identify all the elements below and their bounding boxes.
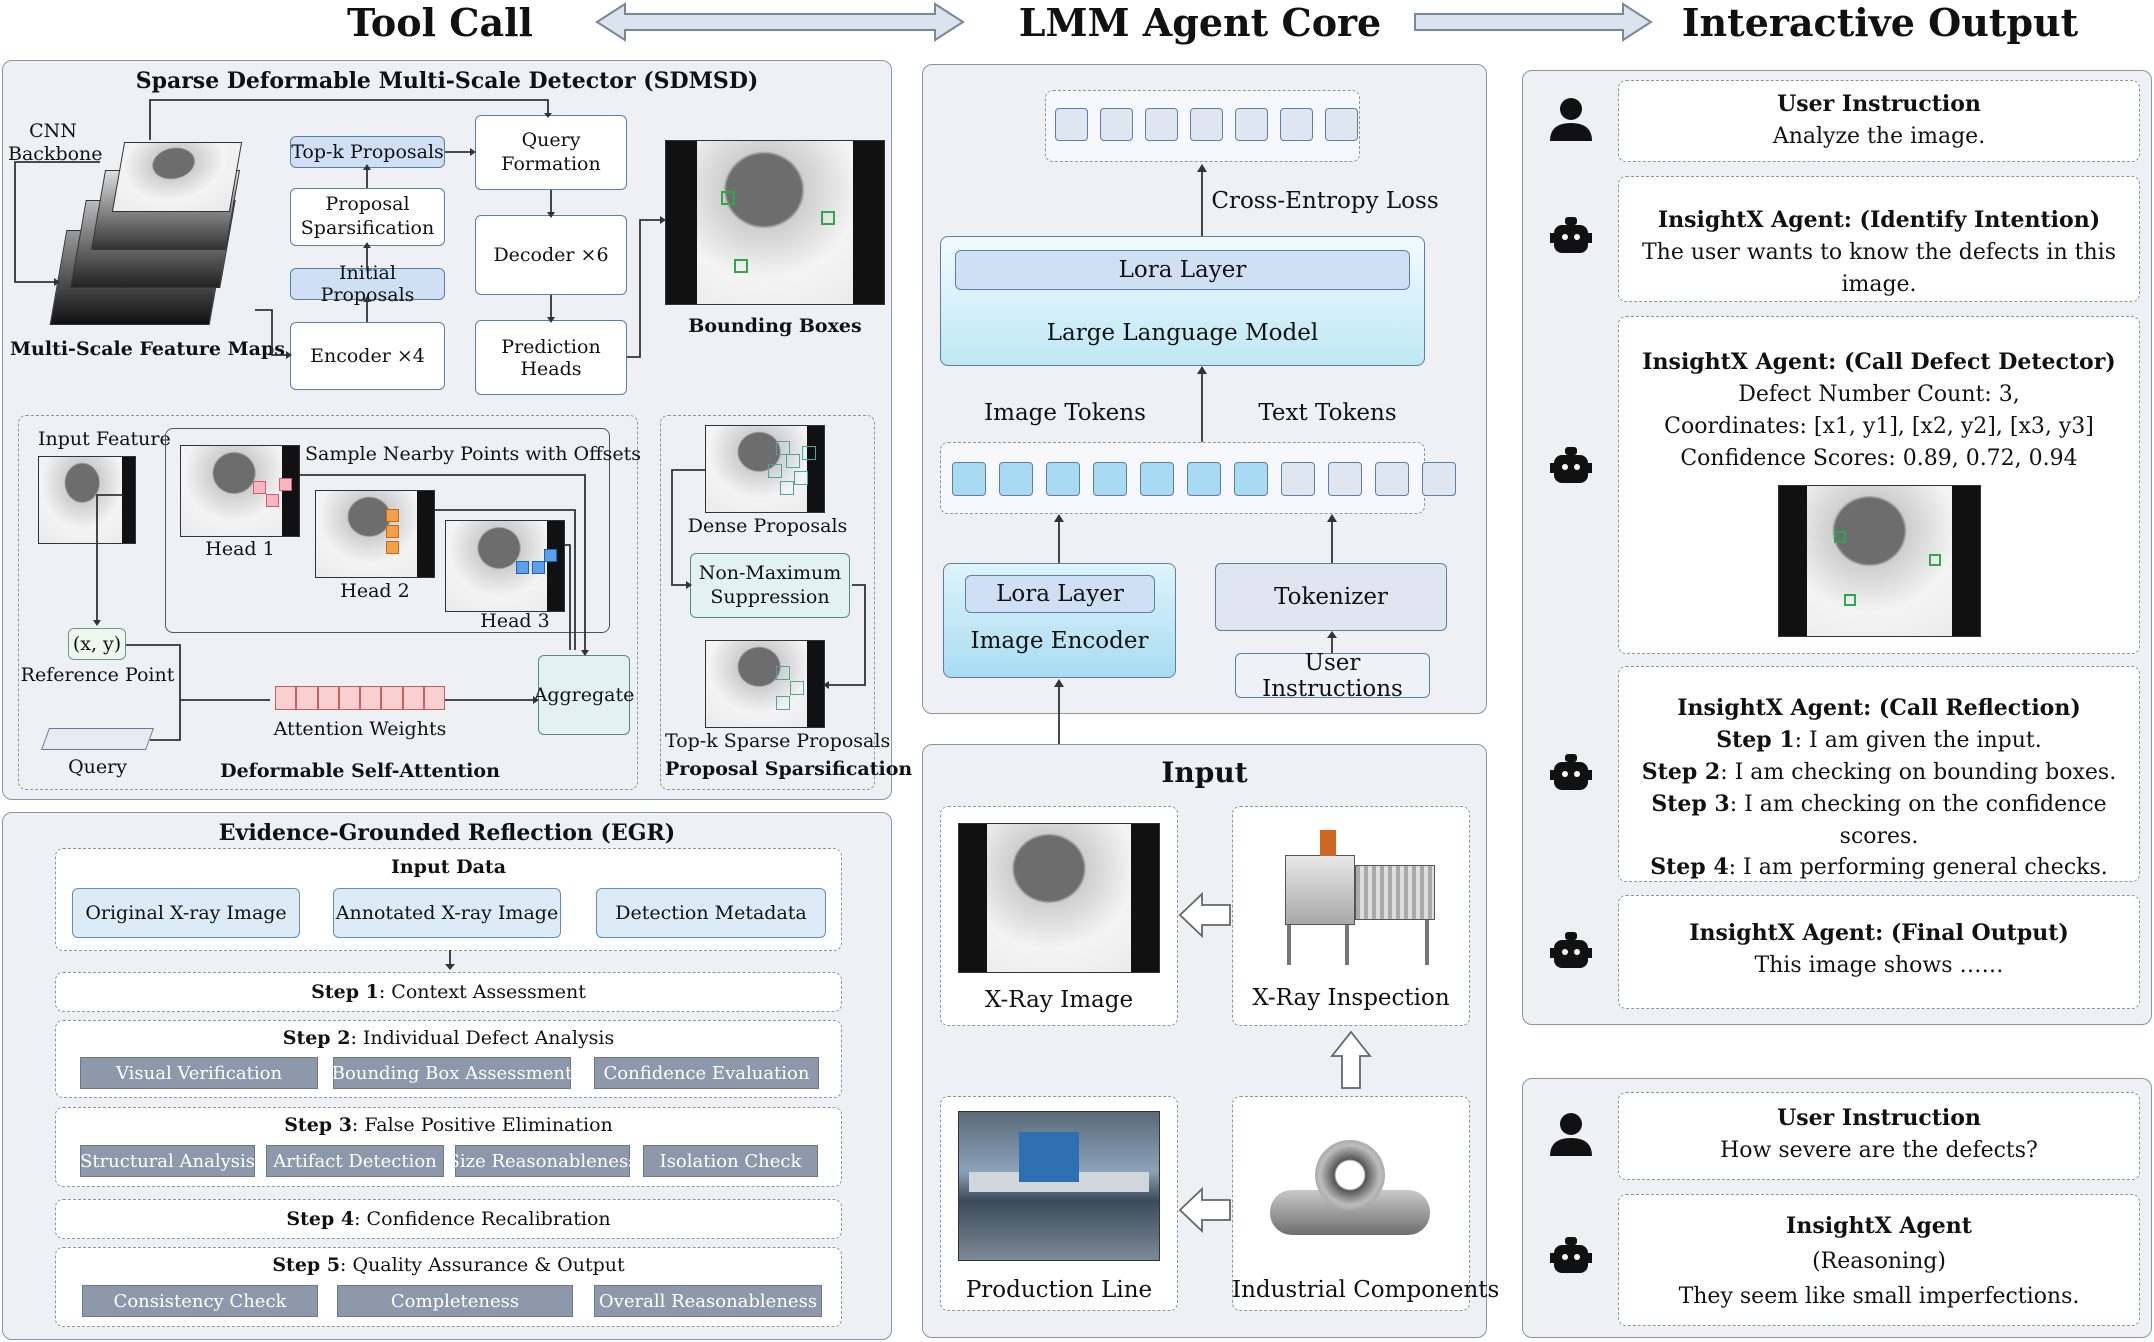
egr-step3-label: Step 3: False Positive Elimination bbox=[284, 1114, 613, 1136]
egr-input-data-title: Input Data bbox=[390, 856, 507, 878]
confidence-evaluation-chip: Confidence Evaluation bbox=[594, 1057, 819, 1089]
header-interactive-output: Interactive Output bbox=[1681, 0, 2079, 45]
topk-sparse-label: Top-k Sparse Proposals bbox=[665, 730, 891, 752]
egr-step1-label: Step 1: Context Assessment bbox=[311, 981, 586, 1003]
robot-icon bbox=[1550, 1237, 1592, 1273]
bounding-box-assessment-chip: Bounding Box Assessment bbox=[332, 1057, 572, 1089]
production-line-image bbox=[958, 1111, 1160, 1261]
overall-reasonableness-chip: Overall Reasonableness bbox=[594, 1285, 822, 1317]
xray-inspection-label: X-Ray Inspection bbox=[1252, 985, 1450, 1011]
person-icon bbox=[1550, 98, 1592, 141]
robot-icon bbox=[1550, 217, 1592, 253]
structural-analysis-chip: Structural Analysis bbox=[80, 1145, 255, 1177]
industrial-components-label: Industrial Components bbox=[1232, 1277, 1500, 1303]
person-icon bbox=[1550, 1113, 1592, 1156]
robot-icon bbox=[1550, 932, 1592, 968]
completeness-chip: Completeness bbox=[337, 1285, 573, 1317]
size-reasonableness-chip: Size Reasonableness bbox=[448, 1145, 637, 1177]
input-panel-title: Input bbox=[1161, 756, 1248, 789]
robot-icon bbox=[1550, 447, 1592, 483]
chat1-intent-message: InsightX Agent: (Identify Intention) The … bbox=[1618, 176, 2140, 302]
production-line-label: Production Line bbox=[965, 1277, 1153, 1303]
nms-connectors bbox=[671, 469, 866, 689]
header-tool-call: Tool Call bbox=[346, 0, 533, 45]
left-hollow-arrow-icon bbox=[1178, 891, 1231, 939]
sdmsd-connectors bbox=[14, 99, 666, 359]
right-arrow-icon bbox=[1414, 2, 1653, 42]
artifact-detection-chip: Artifact Detection bbox=[266, 1145, 444, 1177]
egr-arrow bbox=[445, 950, 455, 970]
double-arrow-icon bbox=[595, 2, 965, 42]
egr-step2-label: Step 2: Individual Defect Analysis bbox=[282, 1027, 615, 1049]
xray-image-label: X-Ray Image bbox=[984, 987, 1134, 1013]
xray-inspection-machine bbox=[1275, 820, 1445, 970]
egr-input-annotated: Annotated X-ray Image bbox=[333, 888, 561, 938]
isolation-check-chip: Isolation Check bbox=[643, 1145, 818, 1177]
up-hollow-arrow-icon bbox=[1330, 1030, 1372, 1089]
visual-verification-chip: Visual Verification bbox=[80, 1057, 318, 1089]
chat1-reflection-message: InsightX Agent: (Call Reflection) Step 1… bbox=[1618, 666, 2140, 882]
chat2-user-message: User Instruction How severe are the defec… bbox=[1618, 1092, 2140, 1180]
egr-step4-label: Step 4: Confidence Recalibration bbox=[286, 1208, 611, 1230]
chat1-user-message: User Instruction Analyze the image. bbox=[1618, 80, 2140, 162]
egr-step5-label: Step 5: Quality Assurance & Output bbox=[272, 1254, 625, 1276]
core-connectors bbox=[1054, 164, 1337, 805]
egr-input-original: Original X-ray Image bbox=[72, 888, 300, 938]
robot-icon bbox=[1550, 754, 1592, 790]
detector-result-image bbox=[1778, 485, 1981, 637]
proposal-sparsification-title: Proposal Sparsification bbox=[665, 758, 913, 780]
left-hollow-arrow-icon bbox=[1178, 1186, 1231, 1234]
egr-title: Evidence-Grounded Reflection (EGR) bbox=[218, 820, 676, 846]
industrial-component-image bbox=[1270, 1135, 1430, 1250]
header-agent-core: LMM Agent Core bbox=[1018, 0, 1382, 45]
chat1-final-message: InsightX Agent: (Final Output) This image… bbox=[1618, 895, 2140, 1009]
xray-image bbox=[958, 823, 1160, 973]
egr-input-metadata: Detection Metadata bbox=[596, 888, 826, 938]
consistency-check-chip: Consistency Check bbox=[82, 1285, 318, 1317]
chat2-agent-message: InsightX Agent (Reasoning) They seem like … bbox=[1618, 1194, 2140, 1326]
